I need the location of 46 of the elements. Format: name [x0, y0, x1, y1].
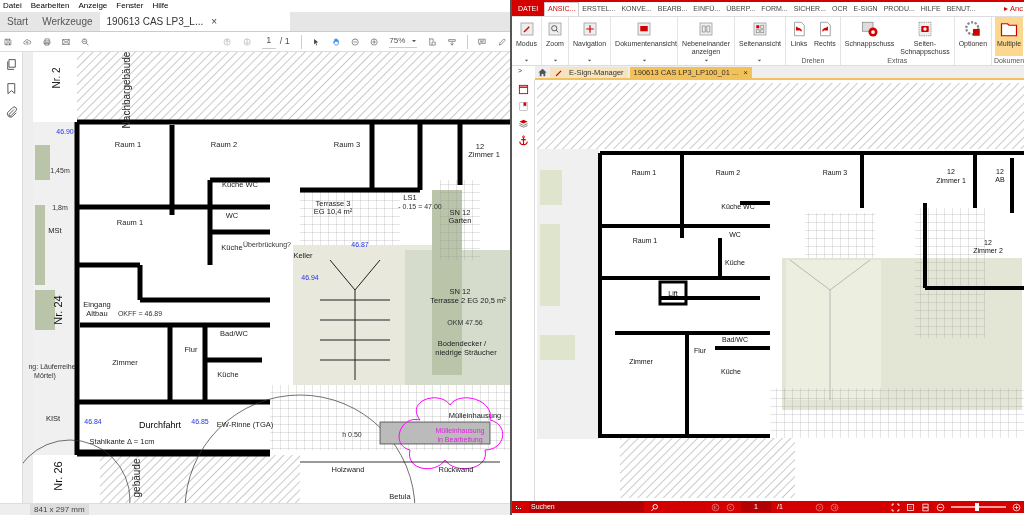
close-tab-button[interactable]: × — [211, 14, 218, 29]
layers-icon[interactable] — [517, 118, 529, 129]
caret-icon — [411, 38, 418, 44]
view-icon — [580, 20, 599, 38]
tab[interactable]: 190613 CAS LP3_L... × — [99, 12, 290, 31]
gear-icon — [963, 20, 982, 38]
fullscreen-icon[interactable] — [891, 502, 900, 512]
plan-label: Nr. 26 — [52, 461, 64, 491]
zoom-in-icon[interactable] — [1012, 502, 1021, 512]
plan-label: Durchfahrt — [139, 420, 181, 430]
continuous-page-icon[interactable] — [921, 502, 930, 512]
bookmark-icon[interactable] — [517, 101, 529, 112]
page-number-field[interactable]: 1 — [261, 34, 276, 49]
menu-item[interactable]: Fenster — [116, 0, 144, 12]
zoom-out-icon[interactable] — [936, 502, 945, 512]
view-icon — [546, 20, 564, 38]
view-icon — [751, 20, 769, 38]
menu-item[interactable]: Hilfe — [152, 0, 169, 12]
page-size: 841 x 297 mm — [30, 503, 89, 515]
zoom-dropdown[interactable]: 75% — [389, 35, 418, 48]
plan-label: Nr. 2 — [51, 67, 62, 89]
attachment-icon[interactable] — [4, 106, 18, 119]
page-camera-icon — [915, 20, 934, 38]
pages-icon[interactable] — [4, 58, 18, 71]
plan-label: Nachbargebäude — [121, 52, 132, 129]
tab[interactable]: Start — [0, 12, 36, 31]
grid-icon[interactable] — [515, 503, 523, 511]
view-icon — [635, 20, 654, 38]
plan-label: gebäude — [131, 458, 142, 498]
page-count: / 1 — [279, 34, 290, 48]
view-icon — [517, 20, 536, 38]
single-page-icon[interactable] — [906, 502, 915, 512]
plan-label: Nr. 24 — [52, 295, 64, 325]
pages-icon[interactable] — [517, 84, 529, 95]
tab[interactable]: Werkzeuge — [35, 12, 100, 31]
zoom-slider-thumb[interactable] — [975, 503, 980, 511]
home-icon[interactable] — [537, 67, 548, 78]
menu-item[interactable]: Anzeige — [78, 0, 108, 12]
menu-item[interactable]: Datei — [3, 0, 22, 12]
search-icon[interactable] — [650, 502, 659, 512]
menu-item[interactable]: Bearbeiten — [30, 0, 70, 12]
view-icon — [697, 20, 716, 38]
anchor-icon[interactable] — [517, 135, 529, 146]
folder-icon — [1000, 20, 1019, 38]
close-tab-button[interactable]: × — [743, 66, 748, 79]
camera-icon — [860, 20, 879, 38]
